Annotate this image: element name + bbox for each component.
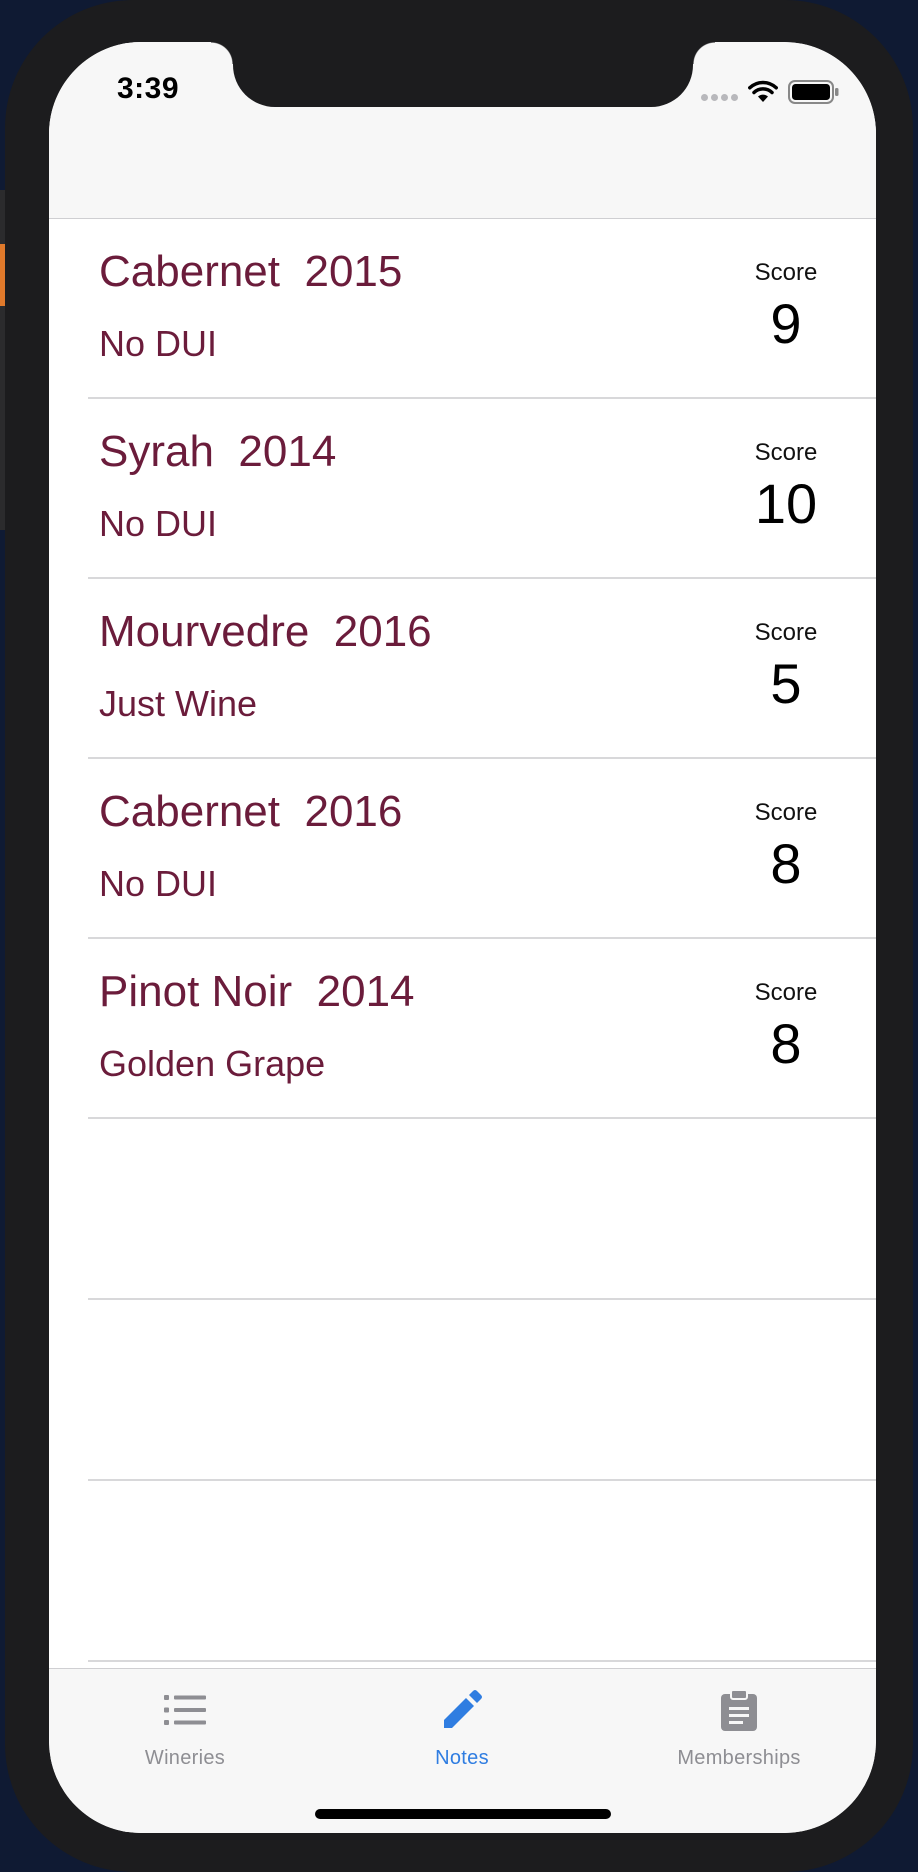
empty-row (88, 1119, 876, 1300)
tab-label: Wineries (144, 1747, 226, 1769)
phone-frame: 3:39 Cabernet 2015 No DUI Score 9 Syrah … (5, 0, 913, 1872)
device-notch (211, 42, 715, 107)
tab-wineries[interactable]: Wineries (85, 1685, 285, 1770)
empty-row (88, 1481, 876, 1662)
wine-title: Mourvedre 2016 (99, 607, 432, 656)
list-item[interactable]: Syrah 2014 No DUI Score 10 (88, 399, 876, 579)
status-time: 3:39 (117, 72, 180, 105)
wine-title: Pinot Noir 2014 (99, 967, 415, 1016)
list-item[interactable]: Mourvedre 2016 Just Wine Score 5 (88, 579, 876, 759)
score-value: 8 (770, 832, 802, 895)
app-screen: 3:39 Cabernet 2015 No DUI Score 9 Syrah … (49, 42, 876, 1833)
tasting-notes-list: Cabernet 2015 No DUI Score 9 Syrah 2014 … (49, 219, 876, 1662)
score-label: Score (754, 439, 818, 466)
list-item[interactable]: Cabernet 2015 No DUI Score 9 (88, 219, 876, 399)
score-value: 10 (754, 472, 818, 535)
tab-memberships[interactable]: Memberships (639, 1685, 839, 1770)
score-value: 5 (770, 652, 802, 715)
winery-name: No DUI (99, 863, 218, 904)
list-item[interactable]: Cabernet 2016 No DUI Score 8 (88, 759, 876, 939)
clipboard-icon (721, 1689, 757, 1731)
list-item[interactable]: Pinot Noir 2014 Golden Grape Score 8 (88, 939, 876, 1119)
winery-name: No DUI (99, 323, 218, 364)
score-label: Score (754, 799, 818, 826)
cellular-signal-icon (701, 93, 738, 101)
score-label: Score (754, 979, 818, 1006)
battery-icon (788, 80, 839, 104)
wine-title: Syrah 2014 (99, 427, 337, 476)
score-value: 8 (770, 1012, 802, 1075)
wine-title: Cabernet 2016 (99, 787, 403, 836)
wine-title: Cabernet 2015 (99, 247, 403, 296)
empty-row (88, 1300, 876, 1481)
winery-name: Golden Grape (99, 1043, 326, 1084)
tab-notes[interactable]: Notes (362, 1685, 562, 1770)
winery-name: No DUI (99, 503, 218, 544)
status-icons (701, 80, 840, 104)
tab-label: Memberships (677, 1747, 801, 1769)
pencil-icon (444, 1690, 482, 1728)
list-icon (164, 1695, 206, 1725)
score-label: Score (754, 259, 818, 286)
winery-name: Just Wine (99, 683, 258, 724)
score-label: Score (754, 619, 818, 646)
tab-bar: Wineries Notes Memberships (49, 1668, 876, 1833)
score-value: 9 (770, 292, 802, 355)
home-indicator[interactable] (315, 1809, 611, 1819)
tab-label: Notes (435, 1747, 489, 1769)
wifi-icon (748, 80, 778, 102)
